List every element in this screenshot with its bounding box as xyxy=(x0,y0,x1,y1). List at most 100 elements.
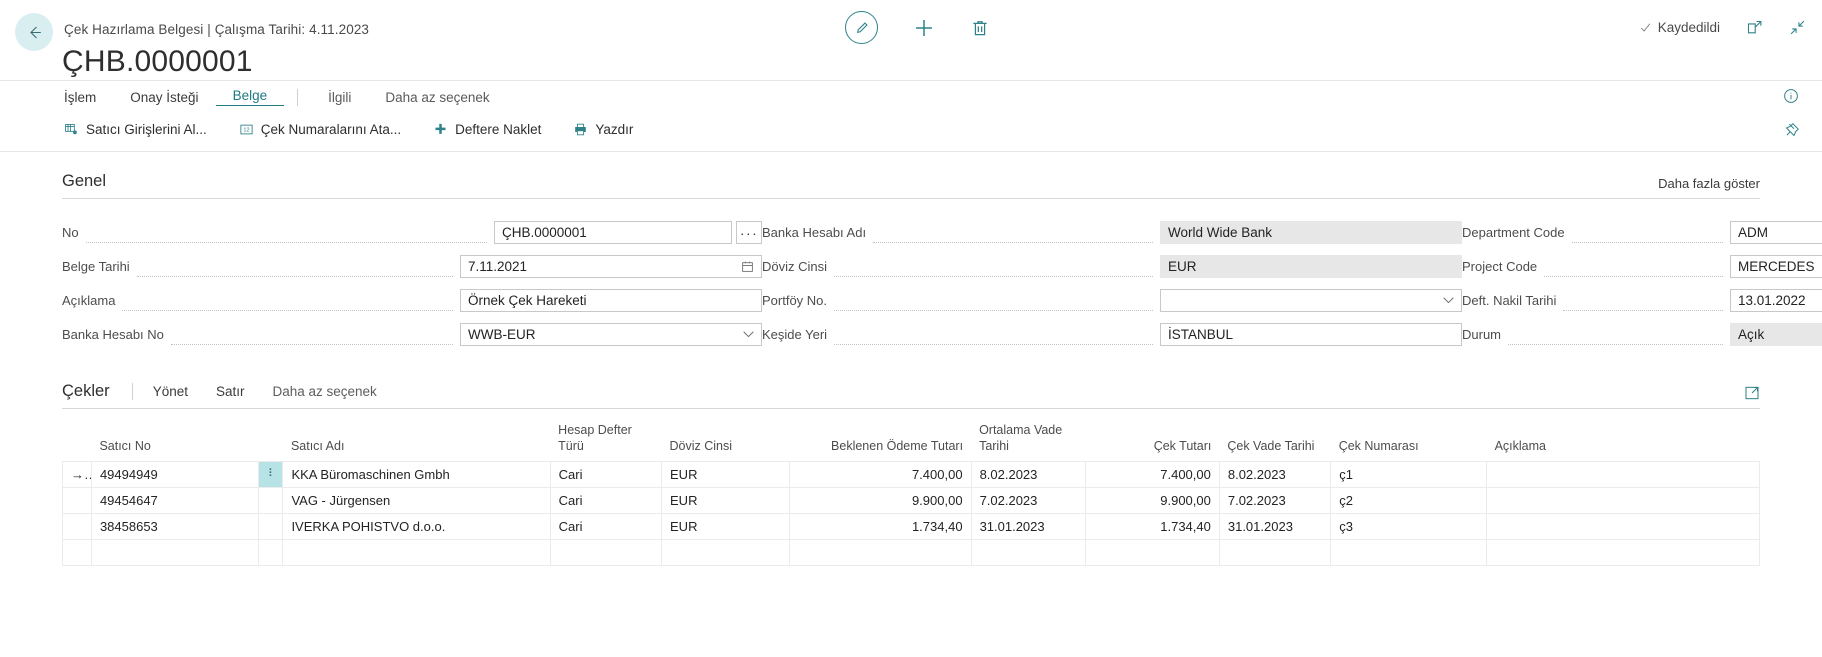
th-doviz-cinsi[interactable]: Döviz Cinsi xyxy=(662,423,790,462)
action-assign-check-numbers[interactable]: 12 Çek Numaralarını Ata... xyxy=(239,122,401,137)
expand-grid-icon[interactable] xyxy=(1744,385,1760,401)
field-control: MERCEDES xyxy=(1730,255,1822,278)
tab-fewer-options[interactable]: Daha az seçenek xyxy=(368,90,506,105)
deft-nakil-tarihi-input[interactable]: 13.01.2022 xyxy=(1730,289,1822,312)
checks-grid: Satıcı No Satıcı Adı Hesap Defter Türü D… xyxy=(62,423,1760,567)
table-row[interactable]: 49454647 VAG - Jürgensen Cari EUR 9.900,… xyxy=(62,487,1760,515)
back-button[interactable] xyxy=(15,13,53,51)
th-cek-tutari[interactable]: Çek Tutarı xyxy=(1086,423,1220,462)
cell-ortalama-vade[interactable]: 8.02.2023 xyxy=(970,461,1087,489)
action-get-vendor-entries[interactable]: Satıcı Girişlerini Al... xyxy=(64,122,207,137)
row-menu-button[interactable] xyxy=(257,539,284,567)
row-menu-button[interactable] xyxy=(257,513,284,541)
cell-aciklama[interactable] xyxy=(1486,539,1760,567)
th-aciklama[interactable]: Açıklama xyxy=(1487,423,1760,462)
calendar-button[interactable] xyxy=(741,260,754,273)
info-circle-icon[interactable] xyxy=(1782,87,1800,105)
table-row[interactable]: → 49494949 · · · KKA Büromaschinen Gmbh Ca… xyxy=(62,461,1760,489)
subtab-satir[interactable]: Satır xyxy=(216,384,245,399)
cell-satici-adi[interactable]: IVERKA POHISTVO d.o.o. xyxy=(282,513,551,541)
table-row[interactable] xyxy=(62,539,1760,567)
cell-doviz-cinsi[interactable] xyxy=(661,539,791,567)
field-label: Belge Tarihi xyxy=(62,259,130,274)
show-more-link[interactable]: Daha fazla göster xyxy=(1658,176,1760,191)
cell-satici-no[interactable]: 49494949 xyxy=(90,461,259,489)
tab-belge[interactable]: Belge xyxy=(215,88,285,106)
cell-satici-no[interactable] xyxy=(90,539,259,567)
cell-cek-vade[interactable]: 8.02.2023 xyxy=(1218,461,1332,489)
cell-doviz-cinsi[interactable]: EUR xyxy=(661,513,791,541)
new-button[interactable] xyxy=(912,16,936,40)
no-input[interactable]: ÇHB.0000001 xyxy=(494,221,733,244)
cell-satici-no[interactable]: 49454647 xyxy=(90,487,259,515)
cell-satici-adi[interactable]: KKA Büromaschinen Gmbh xyxy=(282,461,551,489)
cell-doviz-cinsi[interactable]: EUR xyxy=(661,461,791,489)
no-lookup-button[interactable]: ··· xyxy=(736,221,762,244)
row-menu-button[interactable] xyxy=(257,487,284,515)
cell-aciklama[interactable] xyxy=(1486,513,1760,541)
cell-cek-numarasi[interactable]: ç3 xyxy=(1330,513,1488,541)
cell-beklenen-odeme[interactable] xyxy=(789,539,972,567)
tab-ilgili[interactable]: İlgili xyxy=(311,90,368,105)
cell-cek-tutari[interactable]: 7.400,00 xyxy=(1085,461,1220,489)
cell-ortalama-vade[interactable]: 31.01.2023 xyxy=(970,513,1087,541)
cell-cek-vade[interactable] xyxy=(1218,539,1332,567)
department-code-select[interactable]: ADM xyxy=(1730,221,1822,244)
th-cek-numarasi[interactable]: Çek Numarası xyxy=(1331,423,1487,462)
cell-ortalama-vade[interactable]: 7.02.2023 xyxy=(970,487,1087,515)
th-cek-vade-tarihi[interactable]: Çek Vade Tarihi xyxy=(1219,423,1330,462)
cell-hesap-defter-turu[interactable] xyxy=(549,539,663,567)
project-code-select[interactable]: MERCEDES xyxy=(1730,255,1822,278)
cell-satici-adi[interactable]: VAG - Jürgensen xyxy=(282,487,551,515)
cell-cek-tutari[interactable] xyxy=(1085,539,1220,567)
banka-hesabi-no-select[interactable]: WWB-EUR xyxy=(460,323,762,346)
portfoy-no-select[interactable] xyxy=(1160,289,1462,312)
cell-hesap-defter-turu[interactable]: Cari xyxy=(549,513,663,541)
belge-tarihi-input[interactable]: 7.11.2021 xyxy=(460,255,762,278)
th-hesap-defter-turu[interactable]: Hesap Defter Türü xyxy=(550,423,661,462)
dot-leader xyxy=(1508,332,1723,345)
tab-islem[interactable]: İşlem xyxy=(64,90,113,105)
row-indicator xyxy=(62,513,92,541)
th-ortalama-vade-tarihi[interactable]: Ortalama Vade Tarihi xyxy=(971,423,1086,462)
pin-icon[interactable] xyxy=(1783,122,1800,139)
cell-cek-numarasi[interactable]: ç1 xyxy=(1330,461,1488,489)
dropdown-button[interactable] xyxy=(743,331,754,338)
field-control: 13.01.2022 xyxy=(1730,289,1822,312)
cell-beklenen-odeme[interactable]: 7.400,00 xyxy=(789,461,972,489)
table-row[interactable]: 38458653 IVERKA POHISTVO d.o.o. Cari EUR… xyxy=(62,513,1760,541)
cell-cek-numarasi[interactable]: ç2 xyxy=(1330,487,1488,515)
subtab-yonet[interactable]: Yönet xyxy=(153,384,188,399)
th-satici-adi[interactable]: Satıcı Adı xyxy=(283,423,550,462)
keside-yeri-input[interactable]: İSTANBUL xyxy=(1160,323,1462,346)
cell-cek-vade[interactable]: 31.01.2023 xyxy=(1218,513,1332,541)
cell-aciklama[interactable] xyxy=(1486,487,1760,515)
cell-cek-tutari[interactable]: 9.900,00 xyxy=(1085,487,1220,515)
cell-doviz-cinsi[interactable]: EUR xyxy=(661,487,791,515)
cell-beklenen-odeme[interactable]: 1.734,40 xyxy=(789,513,972,541)
cell-satici-no[interactable]: 38458653 xyxy=(90,513,259,541)
row-menu-button[interactable]: · · · xyxy=(257,461,284,489)
cell-cek-numarasi[interactable] xyxy=(1330,539,1488,567)
subtab-fewer-options[interactable]: Daha az seçenek xyxy=(272,384,376,399)
action-print[interactable]: Yazdır xyxy=(573,122,633,137)
aciklama-input[interactable]: Örnek Çek Hareketi xyxy=(460,289,762,312)
th-satici-no[interactable]: Satıcı No xyxy=(91,423,258,462)
cell-aciklama[interactable] xyxy=(1486,461,1760,489)
delete-button[interactable] xyxy=(970,17,990,39)
dropdown-button[interactable] xyxy=(1443,297,1454,304)
cell-cek-tutari[interactable]: 1.734,40 xyxy=(1085,513,1220,541)
cell-beklenen-odeme[interactable]: 9.900,00 xyxy=(789,487,972,515)
cell-ortalama-vade[interactable] xyxy=(970,539,1087,567)
edit-button[interactable] xyxy=(845,11,878,44)
field-control: İSTANBUL xyxy=(1160,323,1462,346)
tab-onay-istegi[interactable]: Onay İsteği xyxy=(113,90,215,105)
collapse-arrows-icon[interactable] xyxy=(1789,19,1806,36)
cell-cek-vade[interactable]: 7.02.2023 xyxy=(1218,487,1332,515)
th-beklenen-odeme-tutari[interactable]: Beklenen Ödeme Tutarı xyxy=(790,423,972,462)
cell-hesap-defter-turu[interactable]: Cari xyxy=(549,487,663,515)
cell-satici-adi[interactable] xyxy=(282,539,551,567)
cell-hesap-defter-turu[interactable]: Cari xyxy=(549,461,663,489)
open-in-new-window-icon[interactable] xyxy=(1746,19,1763,36)
action-post[interactable]: Deftere Naklet xyxy=(433,122,541,137)
